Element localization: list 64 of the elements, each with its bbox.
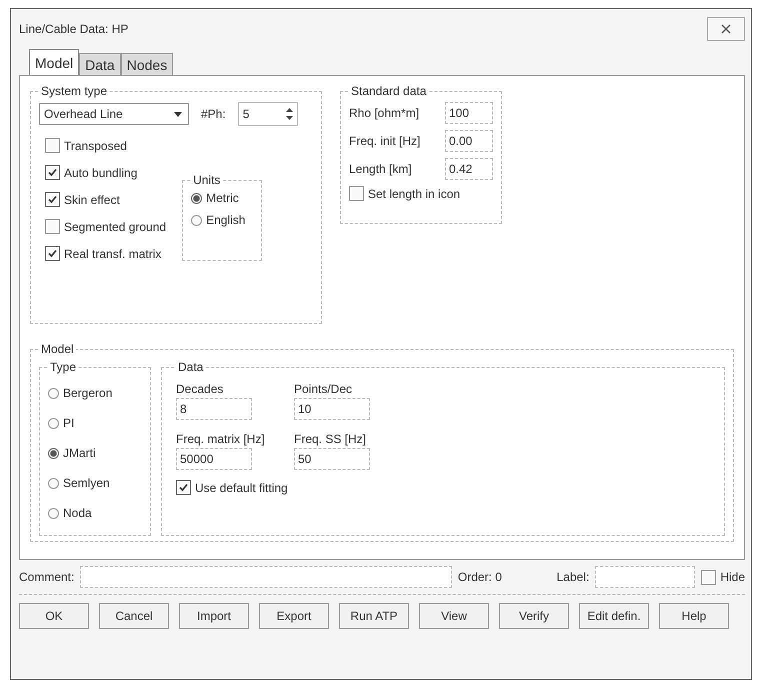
radio-option[interactable]: Noda <box>48 498 142 528</box>
checkbox-option[interactable]: Transposed <box>45 138 166 153</box>
dialog-button[interactable]: Import <box>179 603 249 629</box>
label-field[interactable] <box>595 566 696 588</box>
dialog-button[interactable]: Cancel <box>99 603 169 629</box>
checkbox-option[interactable]: Use default fitting <box>176 480 716 495</box>
field-label: Freq. init [Hz] <box>349 134 420 148</box>
radio-option[interactable]: Metric <box>191 191 254 205</box>
check-icon <box>47 194 58 205</box>
check-icon <box>178 482 189 493</box>
input-field[interactable]: 8 <box>176 398 252 420</box>
group-title: Model <box>40 342 75 356</box>
caret-icon <box>174 112 182 116</box>
group-title: Standard data <box>350 84 428 98</box>
tab[interactable]: Model <box>29 49 80 75</box>
close-button[interactable] <box>707 17 745 41</box>
spinner-arrows-icon <box>284 106 294 122</box>
close-icon <box>721 24 731 34</box>
order-label: Order: 0 <box>458 570 503 584</box>
dialog-button[interactable]: Export <box>259 603 329 629</box>
checkbox-option[interactable]: Real transf. matrix <box>45 246 166 261</box>
input-field[interactable]: 100 <box>445 102 493 124</box>
tab[interactable]: Data <box>79 53 121 75</box>
field-label: Freq. matrix [Hz] <box>176 432 266 446</box>
window-title: Line/Cable Data: HP <box>19 22 128 36</box>
radio-option[interactable]: PI <box>48 408 142 438</box>
checkbox-option[interactable]: Hide <box>701 570 745 584</box>
phases-spinner[interactable]: 5 <box>238 102 298 126</box>
dialog-button[interactable]: OK <box>19 603 89 629</box>
dialog-button[interactable]: Run ATP <box>339 603 409 629</box>
checkbox-option[interactable]: Skin effect <box>45 192 166 207</box>
group-title: Data <box>177 360 204 374</box>
field-label: Decades <box>176 382 224 396</box>
input-field[interactable]: 0.00 <box>445 130 493 152</box>
field-label: Freq. SS [Hz] <box>294 432 368 446</box>
system-type-dropdown[interactable]: Overhead Line <box>39 103 189 125</box>
check-icon <box>47 248 58 259</box>
dialog-button[interactable]: Verify <box>499 603 569 629</box>
field-label: Rho [ohm*m] <box>349 106 420 120</box>
dialog-button[interactable]: Edit defin. <box>579 603 649 629</box>
input-field[interactable]: 0.42 <box>445 158 493 180</box>
checkbox-option[interactable]: Set length in icon <box>349 186 493 201</box>
radio-option[interactable]: JMarti <box>48 438 142 468</box>
comment-label: Comment: <box>19 570 74 584</box>
check-icon <box>47 167 58 178</box>
checkbox-option[interactable]: Auto bundling <box>45 165 166 180</box>
radio-option[interactable]: Bergeron <box>48 378 142 408</box>
input-field[interactable]: 10 <box>294 398 370 420</box>
input-field[interactable]: 50 <box>294 448 370 470</box>
checkbox-option[interactable]: Segmented ground <box>45 219 166 234</box>
input-field[interactable]: 50000 <box>176 448 252 470</box>
dialog-button[interactable]: Help <box>659 603 729 629</box>
radio-option[interactable]: English <box>191 213 254 227</box>
comment-field[interactable] <box>80 566 452 588</box>
label-label: Label: <box>556 570 590 584</box>
group-title: Type <box>49 360 78 374</box>
group-title: Units <box>192 173 222 187</box>
field-label: Length [km] <box>349 162 412 176</box>
tab[interactable]: Nodes <box>120 53 174 75</box>
radio-option[interactable]: Semlyen <box>48 468 142 498</box>
group-title: System type <box>40 84 108 98</box>
phases-label: #Ph: <box>201 107 226 121</box>
field-label: Points/Dec <box>294 382 354 396</box>
dialog-button[interactable]: View <box>419 603 489 629</box>
